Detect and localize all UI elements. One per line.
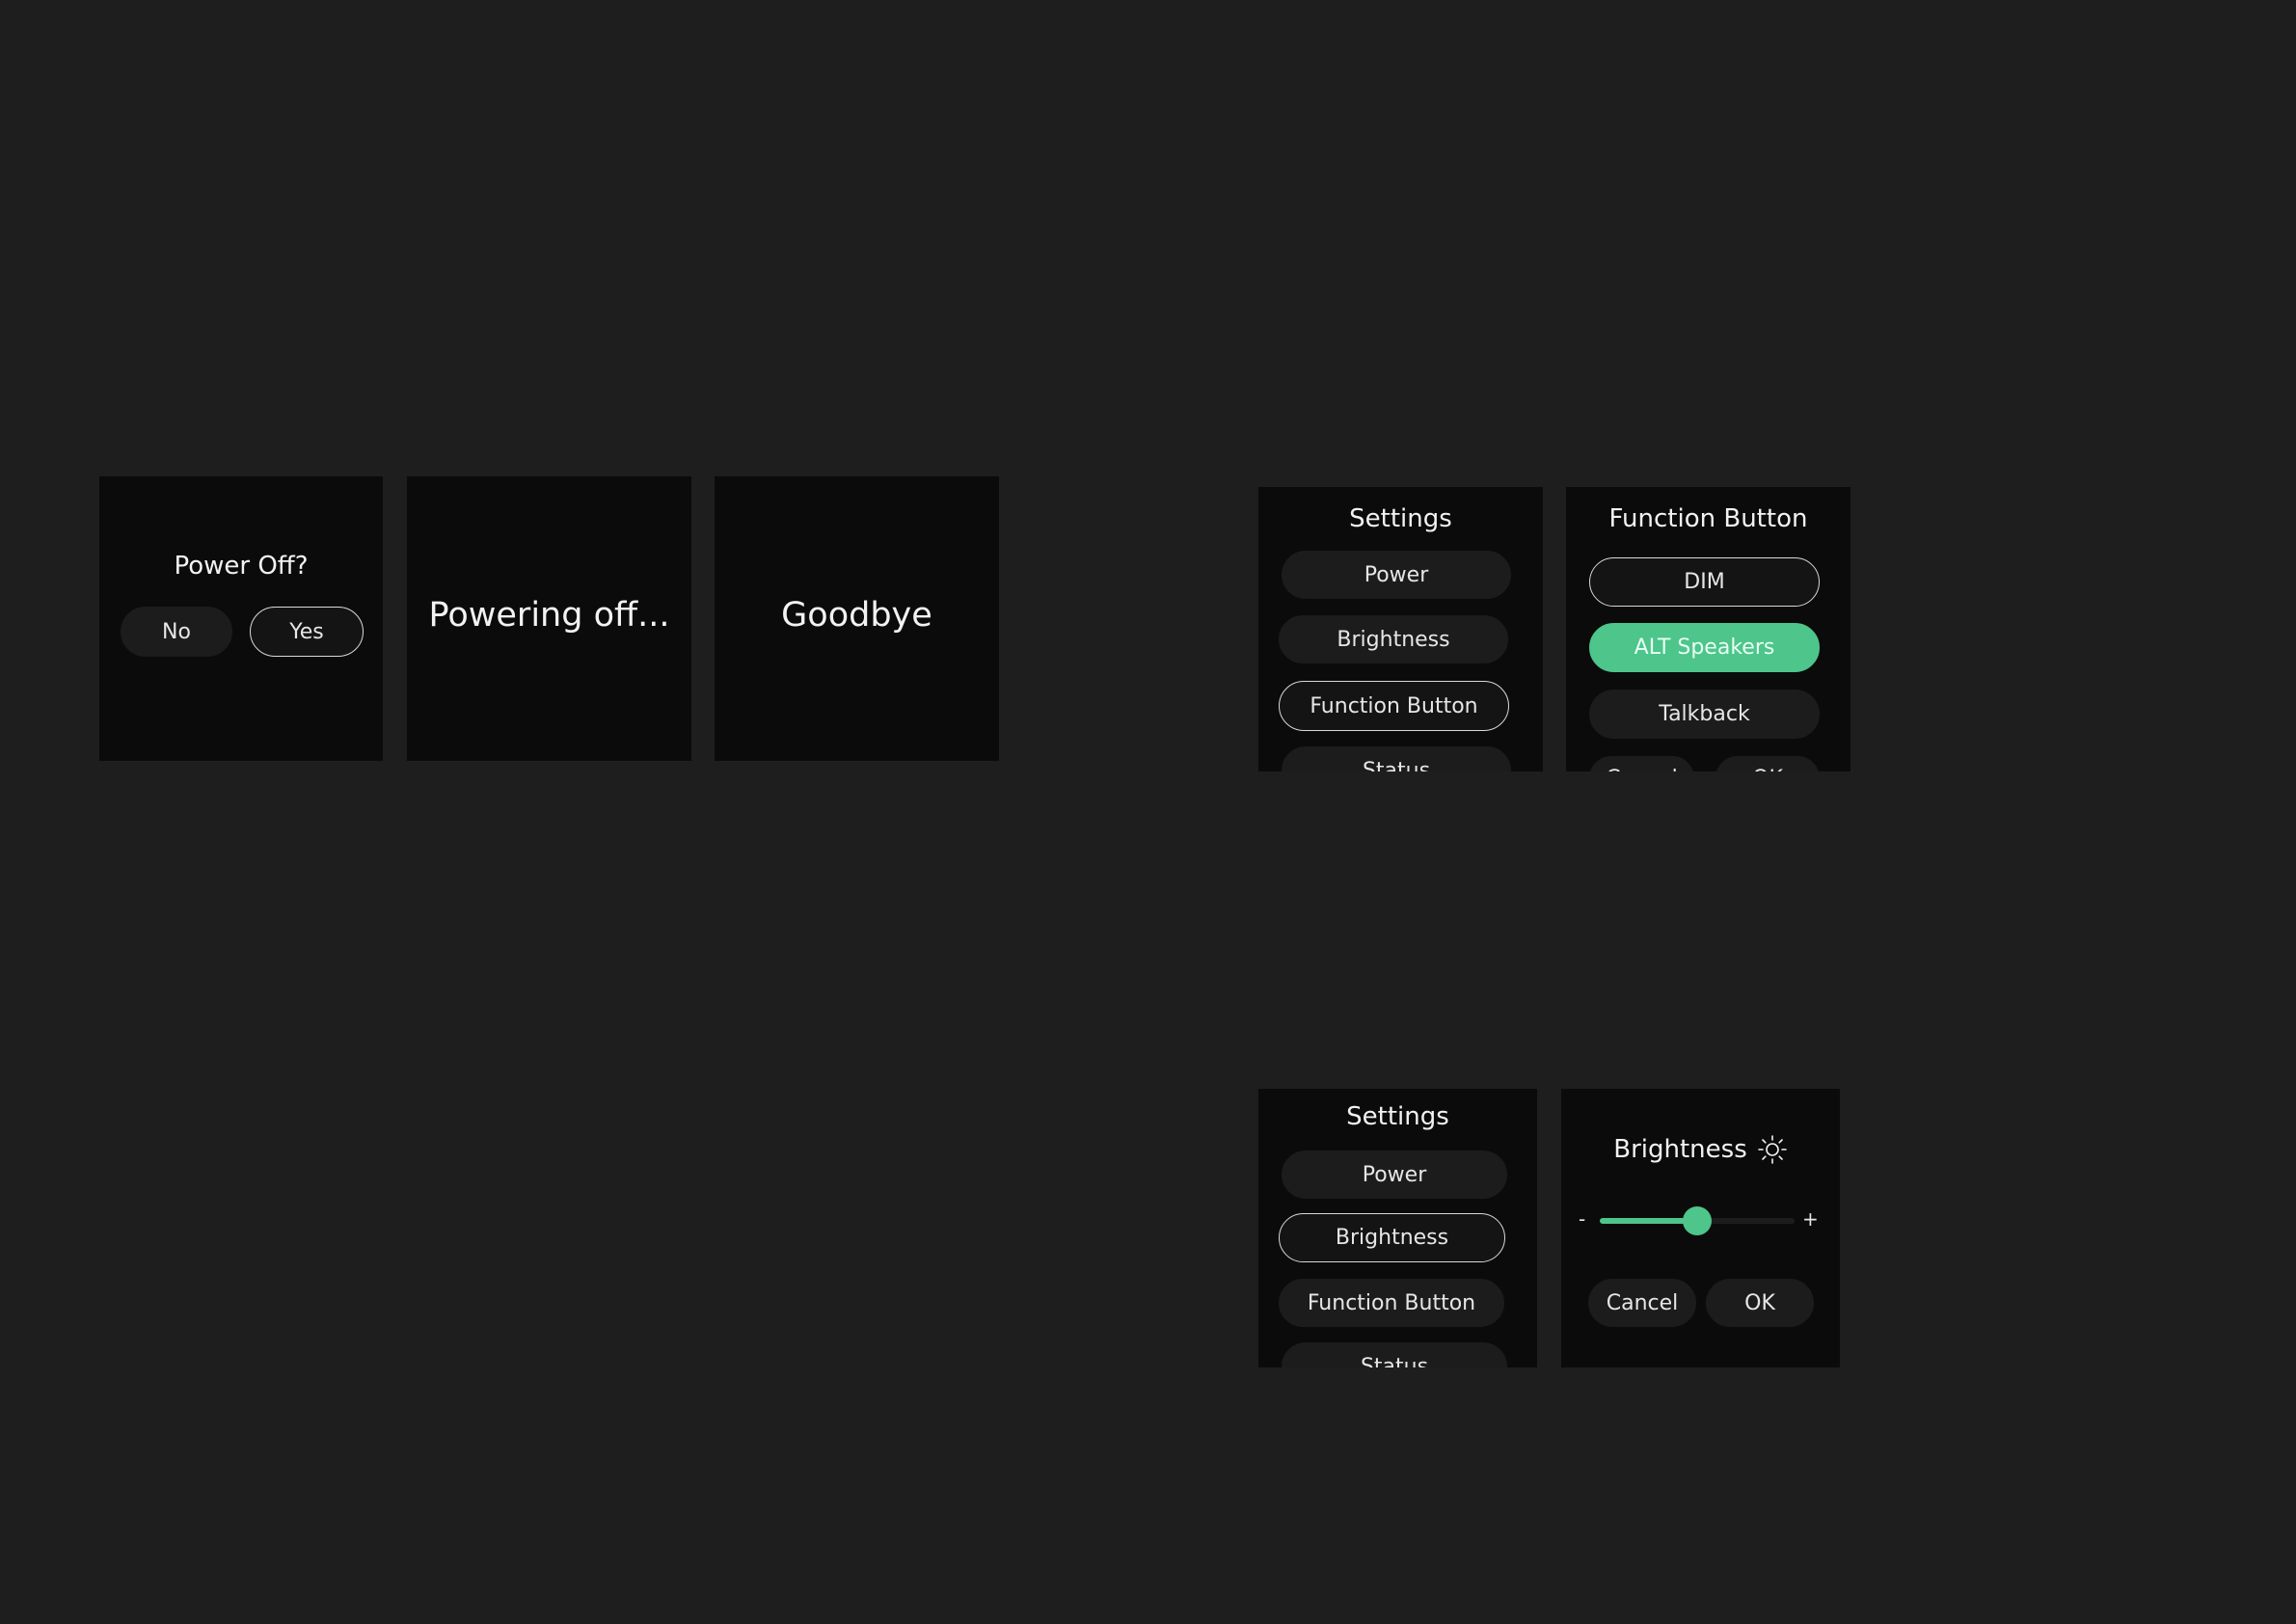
power-off-title: Power Off? bbox=[174, 552, 309, 581]
menu-item-function-button[interactable]: Function Button bbox=[1279, 1279, 1504, 1327]
menu-item-power[interactable]: Power bbox=[1282, 551, 1511, 599]
cancel-button[interactable]: Cancel bbox=[1589, 756, 1694, 771]
brightness-plus[interactable]: + bbox=[1802, 1207, 1819, 1231]
menu-item-function-button[interactable]: Function Button bbox=[1279, 681, 1509, 731]
brightness-slider-knob[interactable] bbox=[1683, 1206, 1712, 1235]
sun-icon bbox=[1757, 1134, 1788, 1165]
option-alt-speakers[interactable]: ALT Speakers bbox=[1589, 623, 1820, 672]
settings-screen-function: Settings Power Brightness Function Butto… bbox=[1258, 487, 1543, 771]
goodbye-screen: Goodbye bbox=[715, 476, 999, 761]
settings-screen-brightness: Settings Power Brightness Function Butto… bbox=[1258, 1089, 1537, 1367]
no-button[interactable]: No bbox=[121, 607, 232, 657]
ok-button[interactable]: OK bbox=[1715, 756, 1820, 771]
powering-off-screen: Powering off... bbox=[407, 476, 691, 761]
cancel-button[interactable]: Cancel bbox=[1588, 1279, 1696, 1327]
menu-item-brightness[interactable]: Brightness bbox=[1279, 1213, 1505, 1262]
brightness-header: Brightness bbox=[1561, 1134, 1840, 1165]
goodbye-text: Goodbye bbox=[781, 596, 932, 635]
menu-item-brightness[interactable]: Brightness bbox=[1279, 615, 1508, 663]
power-off-screen: Power Off? No Yes bbox=[99, 476, 383, 761]
menu-item-status[interactable]: Status bbox=[1282, 746, 1511, 771]
settings-title: Settings bbox=[1346, 1102, 1449, 1131]
menu-item-power[interactable]: Power bbox=[1282, 1150, 1507, 1199]
function-button-title: Function Button bbox=[1608, 504, 1808, 533]
powering-off-text: Powering off... bbox=[428, 596, 670, 635]
brightness-title: Brightness bbox=[1613, 1135, 1747, 1164]
brightness-slider-track[interactable] bbox=[1600, 1206, 1795, 1235]
yes-button[interactable]: Yes bbox=[250, 607, 364, 657]
brightness-screen: Brightness - + Cancel OK bbox=[1561, 1089, 1840, 1367]
settings-title: Settings bbox=[1349, 504, 1452, 533]
option-talkback[interactable]: Talkback bbox=[1589, 690, 1820, 739]
function-button-screen: Function Button DIM ALT Speakers Talkbac… bbox=[1566, 487, 1850, 771]
brightness-minus[interactable]: - bbox=[1579, 1207, 1585, 1231]
option-dim[interactable]: DIM bbox=[1589, 557, 1820, 607]
ok-button[interactable]: OK bbox=[1706, 1279, 1814, 1327]
menu-item-status[interactable]: Status bbox=[1282, 1342, 1507, 1367]
